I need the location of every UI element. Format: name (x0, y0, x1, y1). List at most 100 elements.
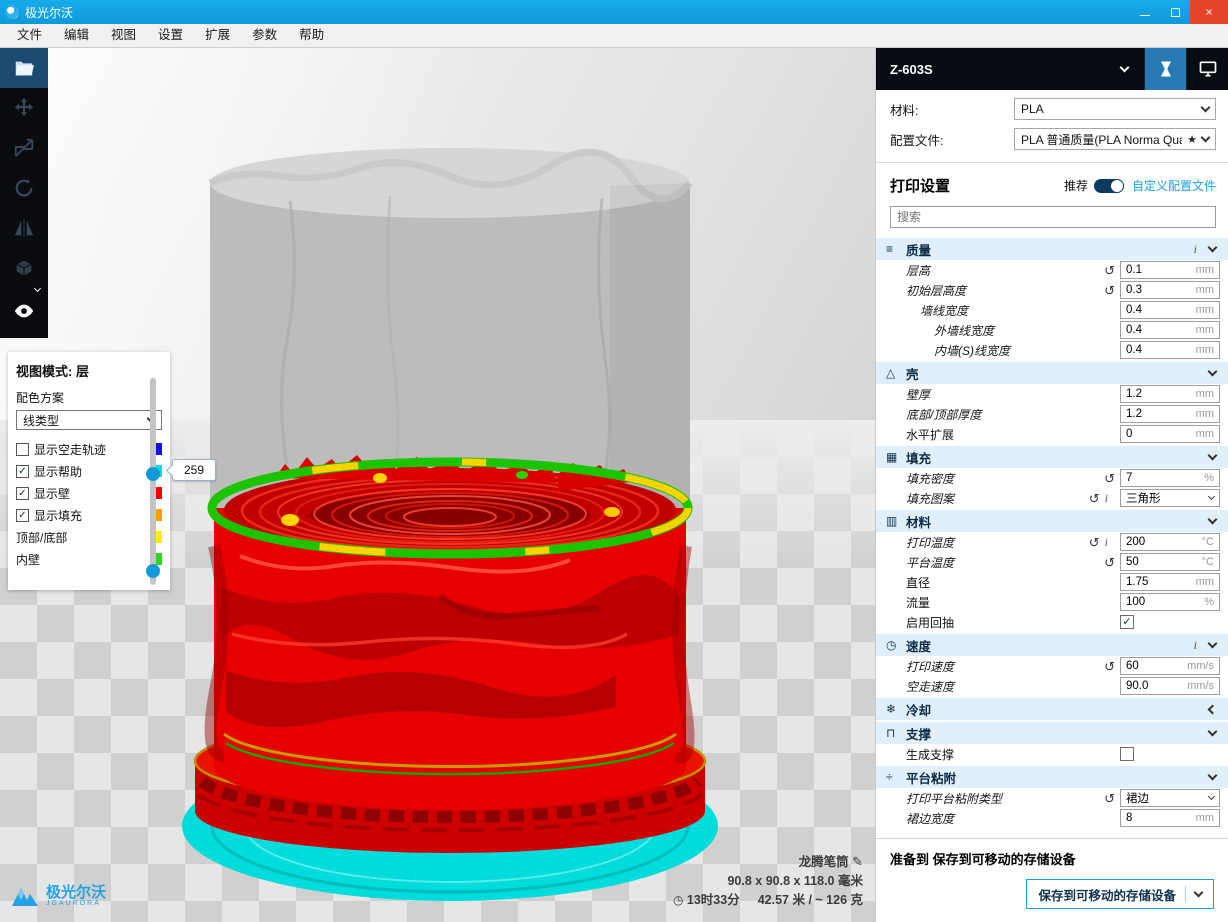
category-header-13[interactable]: ▥材料 (876, 510, 1228, 532)
setting-input[interactable]: 200°C (1120, 533, 1220, 551)
setting-input[interactable]: 7% (1120, 469, 1220, 487)
menu-item-4[interactable]: 扩展 (194, 24, 241, 48)
checkbox[interactable]: ✓ (16, 509, 29, 522)
info-icon[interactable]: i (1194, 639, 1197, 651)
edit-name-icon[interactable]: ✎ (852, 854, 863, 869)
chevron-down-icon[interactable] (1208, 242, 1218, 252)
view-option-1[interactable]: ✓显示帮助 (16, 460, 162, 482)
setting-input[interactable]: 0.4mm (1120, 321, 1220, 339)
revert-icon[interactable]: ↺ (1104, 472, 1115, 485)
category-header-10[interactable]: ▦填充 (876, 446, 1228, 468)
category-header-0[interactable]: ≡质量i (876, 238, 1228, 260)
material-select[interactable]: PLA (1014, 98, 1216, 120)
close-button[interactable]: × (1190, 0, 1228, 24)
setting-input[interactable]: 1.75mm (1120, 573, 1220, 591)
setting-input[interactable]: 1.2mm (1120, 385, 1220, 403)
menu-item-2[interactable]: 视图 (100, 24, 147, 48)
color-scheme-select[interactable]: 线类型 (16, 410, 162, 430)
preview-tab[interactable] (1144, 48, 1186, 90)
view-mode-button[interactable] (0, 288, 48, 334)
menu-item-1[interactable]: 编辑 (53, 24, 100, 48)
chevron-down-icon[interactable] (1208, 450, 1218, 460)
setting-input[interactable]: 8mm (1120, 809, 1220, 827)
view-option-5[interactable]: 内壁 (16, 548, 162, 570)
setting-input[interactable]: 0.3mm (1120, 281, 1220, 299)
menu-item-0[interactable]: 文件 (6, 24, 53, 48)
setting-label: 外墙线宽度 (934, 322, 994, 339)
search-input[interactable] (891, 210, 1215, 224)
custom-profile-link[interactable]: 自定义配置文件 (1132, 177, 1216, 194)
info-icon[interactable]: i (1105, 492, 1108, 504)
minimize-button[interactable] (1130, 0, 1160, 24)
menu-item-6[interactable]: 帮助 (288, 24, 335, 48)
revert-icon[interactable]: ↺ (1104, 284, 1115, 297)
left-toolbar (0, 48, 48, 338)
setting-select[interactable]: 裙边 (1120, 789, 1220, 807)
setting-input[interactable]: 0.4mm (1120, 341, 1220, 359)
setting-input[interactable]: 1.2mm (1120, 405, 1220, 423)
category-header-19[interactable]: ◷速度i (876, 634, 1228, 656)
chevron-down-icon[interactable] (1208, 770, 1218, 780)
menu-item-3[interactable]: 设置 (147, 24, 194, 48)
viewport-3d[interactable]: 视图模式: 层 配色方案 线类型 显示空走轨迹✓显示帮助✓显示壁✓显示填充顶部/… (0, 48, 875, 922)
view-option-0[interactable]: 显示空走轨迹 (16, 438, 162, 460)
checkbox[interactable]: ✓ (16, 465, 29, 478)
layer-slider-lower-handle[interactable] (146, 564, 160, 578)
color-scheme-label: 配色方案 (16, 389, 162, 406)
checkbox[interactable] (16, 443, 29, 456)
layer-slider-upper-handle[interactable] (146, 467, 160, 481)
chevron-down-icon[interactable] (1208, 726, 1218, 736)
setting-value: 8 (1126, 812, 1193, 824)
category-icon: ▥ (886, 514, 906, 528)
recommended-toggle[interactable] (1094, 179, 1124, 193)
category-header-25[interactable]: ÷平台粘附 (876, 766, 1228, 788)
category-header-22[interactable]: ❄冷却 (876, 698, 1228, 720)
profile-select[interactable]: PLA 普通质量(PLA Norma Qua ★ (1014, 128, 1216, 150)
checkbox[interactable]: ✓ (16, 487, 29, 500)
setting-value: 7 (1126, 472, 1201, 484)
setting-input[interactable]: 90.0mm/s (1120, 677, 1220, 695)
setting-label: 启用回抽 (906, 614, 954, 631)
chevron-down-icon[interactable] (1208, 638, 1218, 648)
menu-item-5[interactable]: 参数 (241, 24, 288, 48)
setting-input[interactable]: 0.1mm (1120, 261, 1220, 279)
move-button[interactable] (0, 88, 48, 128)
save-button[interactable]: 保存到可移动的存储设备 (1026, 879, 1214, 909)
setting-checkbox[interactable]: ✓ (1120, 615, 1134, 629)
revert-icon[interactable]: ↺ (1104, 556, 1115, 569)
scale-button[interactable] (0, 128, 48, 168)
revert-icon[interactable]: ↺ (1089, 536, 1100, 549)
info-icon[interactable]: i (1194, 243, 1197, 255)
mirror-button[interactable] (0, 208, 48, 248)
revert-icon[interactable]: ↺ (1104, 264, 1115, 277)
info-icon[interactable]: i (1105, 536, 1108, 548)
setting-input[interactable]: 60mm/s (1120, 657, 1220, 675)
rotate-button[interactable] (0, 168, 48, 208)
chevron-down-icon[interactable] (1120, 62, 1130, 72)
maximize-button[interactable] (1160, 0, 1190, 24)
layer-slider[interactable] (150, 378, 156, 585)
monitor-tab[interactable] (1186, 48, 1228, 90)
category-header-23[interactable]: ⊓支撑 (876, 722, 1228, 744)
revert-icon[interactable]: ↺ (1104, 660, 1115, 673)
blocker-button[interactable] (0, 248, 48, 288)
chevron-down-icon[interactable] (1208, 366, 1218, 376)
view-option-2[interactable]: ✓显示壁 (16, 482, 162, 504)
setting-input[interactable]: 50°C (1120, 553, 1220, 571)
setting-input[interactable]: 100% (1120, 593, 1220, 611)
view-option-label: 内壁 (16, 551, 145, 568)
revert-icon[interactable]: ↺ (1089, 492, 1100, 505)
model-3d[interactable] (140, 126, 760, 922)
setting-input[interactable]: 0mm (1120, 425, 1220, 443)
setting-input[interactable]: 0.4mm (1120, 301, 1220, 319)
open-file-button[interactable] (0, 48, 48, 88)
setting-select[interactable]: 三角形 (1120, 489, 1220, 507)
revert-icon[interactable]: ↺ (1104, 792, 1115, 805)
chevron-down-icon[interactable] (1208, 514, 1218, 524)
view-option-4[interactable]: 顶部/底部 (16, 526, 162, 548)
view-option-3[interactable]: ✓显示填充 (16, 504, 162, 526)
printer-select[interactable]: Z-603S (876, 62, 1121, 77)
chevron-left-icon[interactable] (1208, 704, 1218, 714)
category-header-6[interactable]: △壳 (876, 362, 1228, 384)
setting-checkbox[interactable] (1120, 747, 1134, 761)
